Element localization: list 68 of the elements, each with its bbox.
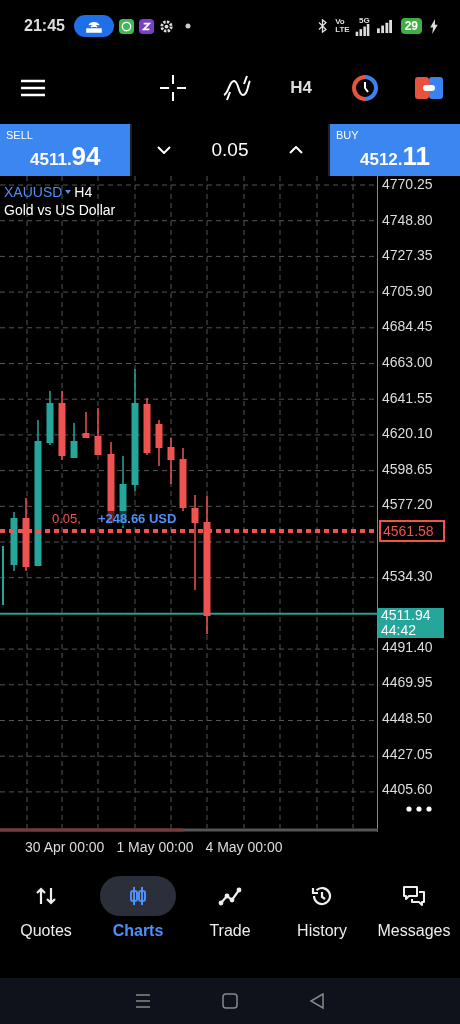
network-label: 5G: [358, 16, 370, 24]
settings-icon: [158, 18, 174, 34]
nav-tab[interactable]: Quotes: [3, 876, 89, 940]
battery-level: 29: [400, 18, 422, 34]
price-label: 4684.45: [382, 318, 433, 335]
candle: [82, 411, 90, 439]
position-volume: 0.05,: [52, 511, 81, 527]
price-label: 4427.05: [382, 745, 433, 762]
app-icon: [138, 18, 154, 34]
price-label: 4705.90: [382, 282, 433, 299]
dot-icon: [184, 23, 191, 29]
price-label: 4620.10: [382, 425, 433, 442]
bluetooth-icon: [318, 19, 328, 33]
charging-icon: [430, 18, 438, 34]
price-label: 4770.25: [382, 176, 433, 192]
caret-icon: [65, 190, 72, 194]
history-icon: [310, 884, 334, 908]
network-label: LTE: [335, 26, 350, 34]
price-label: 4727.35: [382, 247, 433, 264]
candle: [143, 397, 151, 456]
candle: [46, 390, 54, 446]
bar-countdown: 44:42: [381, 622, 418, 638]
price-label: 4491.40: [382, 638, 433, 655]
nav-tab[interactable]: Trade: [187, 876, 273, 940]
candle: [179, 447, 187, 512]
price-label: 4598.65: [382, 460, 433, 477]
price-label: 4577.20: [382, 496, 433, 513]
position-profit: +248.66 USD: [98, 511, 177, 527]
signal-icon: [354, 23, 370, 36]
back-icon[interactable]: [308, 993, 325, 1009]
chat-bubbles-icon: [402, 884, 426, 908]
candle: [70, 422, 78, 459]
candle: [167, 437, 175, 485]
time-label: 1 May 00:00: [116, 839, 194, 855]
chart-timeframe: H4: [74, 184, 93, 200]
bid-price: 4511.94: [381, 607, 432, 623]
price-label: 4469.95: [382, 674, 433, 691]
recent-apps-icon[interactable]: [135, 993, 152, 1009]
candle: [155, 419, 163, 467]
price-label: 4448.50: [382, 710, 433, 727]
chevron-down-icon: [156, 146, 171, 154]
symbol-name[interactable]: XAUUSD: [4, 184, 63, 200]
time-label: 4 May 00:00: [205, 839, 283, 855]
hotspot-icon: [73, 15, 114, 37]
clock-time: 21:45: [24, 17, 65, 35]
chevron-up-icon: [289, 146, 304, 154]
price-label: 4663.00: [382, 354, 433, 371]
signal-icon: [376, 18, 392, 34]
sell-button[interactable]: SELL 4511.94: [0, 124, 130, 176]
price-label: 4748.80: [382, 211, 433, 228]
nav-tab[interactable]: Messages: [371, 876, 457, 940]
buy-button[interactable]: BUY 4512.11: [330, 124, 460, 176]
network-label: Vo: [335, 18, 346, 26]
lot-size[interactable]: 0.05: [211, 139, 249, 161]
candle: [10, 511, 18, 572]
chat-app-icon: [118, 18, 134, 34]
price-label: 4641.55: [382, 389, 433, 406]
price-label: 4405.60: [382, 781, 433, 798]
more-icon[interactable]: [406, 806, 432, 812]
candle: [94, 407, 102, 456]
nav-tab[interactable]: History: [279, 876, 365, 940]
home-icon[interactable]: [222, 993, 238, 1009]
symbol-description: Gold vs US Dollar: [4, 202, 116, 218]
position-price-label: 4561.58: [379, 520, 445, 543]
timeframe-button[interactable]: H4: [280, 74, 322, 102]
price-label: 4534.30: [382, 567, 433, 584]
time-label: 30 Apr 00:00: [25, 839, 105, 855]
candle: [58, 390, 66, 461]
